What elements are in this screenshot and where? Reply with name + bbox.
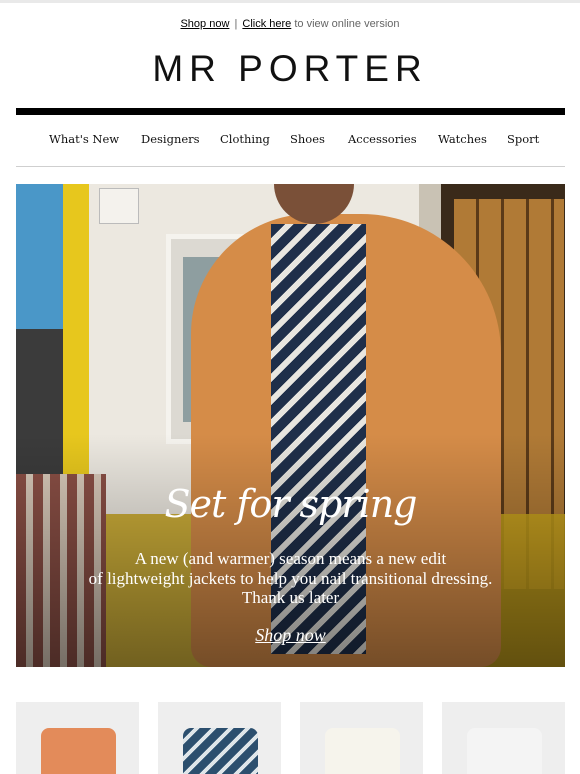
hero-copy-line: Thank us later: [241, 588, 340, 607]
nav-whats-new[interactable]: What's New: [49, 132, 119, 146]
main-nav: What's New Designers Clothing Shoes Acce…: [16, 132, 565, 150]
hero-photo-sky: [16, 184, 63, 329]
nav-clothing[interactable]: Clothing: [220, 132, 270, 146]
nav-shoes[interactable]: Shoes: [290, 132, 325, 146]
header-bar: [16, 108, 565, 115]
hero-copy: A new (and warmer) season means a new ed…: [16, 549, 565, 608]
product-row: [16, 702, 565, 774]
orange-jacket-icon: [41, 728, 116, 774]
hero-copy-line: of lightweight jackets to help you nail …: [88, 568, 493, 588]
hero-headline: Set for spring: [164, 482, 418, 526]
preheader-text: to view online version: [294, 18, 400, 30]
hero-shop-now-link[interactable]: Shop now: [16, 625, 565, 646]
nav-watches[interactable]: Watches: [438, 132, 487, 146]
top-divider: [0, 0, 580, 3]
preheader-separator: |: [234, 18, 238, 30]
patterned-shirt-icon: [183, 728, 258, 774]
shop-now-link[interactable]: Shop now: [180, 18, 229, 30]
product-tile-fourth[interactable]: [442, 702, 565, 774]
product-tile-jacket[interactable]: [16, 702, 139, 774]
brand-logo[interactable]: MR PORTER: [0, 48, 580, 90]
hero-photo-sign: [99, 188, 139, 224]
hero-photo-post: [63, 184, 89, 474]
product-tile-trousers[interactable]: [300, 702, 423, 774]
preheader: Shop now | Click here to view online ver…: [0, 18, 580, 30]
nav-sport[interactable]: Sport: [507, 132, 539, 146]
hero-copy-line: A new (and warmer) season means a new ed…: [134, 549, 447, 568]
nav-divider: [16, 166, 565, 167]
view-online-link[interactable]: Click here: [242, 18, 291, 30]
product-tile-shirt[interactable]: [158, 702, 281, 774]
hero-banner[interactable]: Set for spring A new (and warmer) season…: [16, 184, 565, 667]
nav-accessories[interactable]: Accessories: [348, 132, 417, 146]
grey-item-icon: [467, 728, 542, 774]
nav-designers[interactable]: Designers: [141, 132, 200, 146]
cream-trousers-icon: [325, 728, 400, 774]
